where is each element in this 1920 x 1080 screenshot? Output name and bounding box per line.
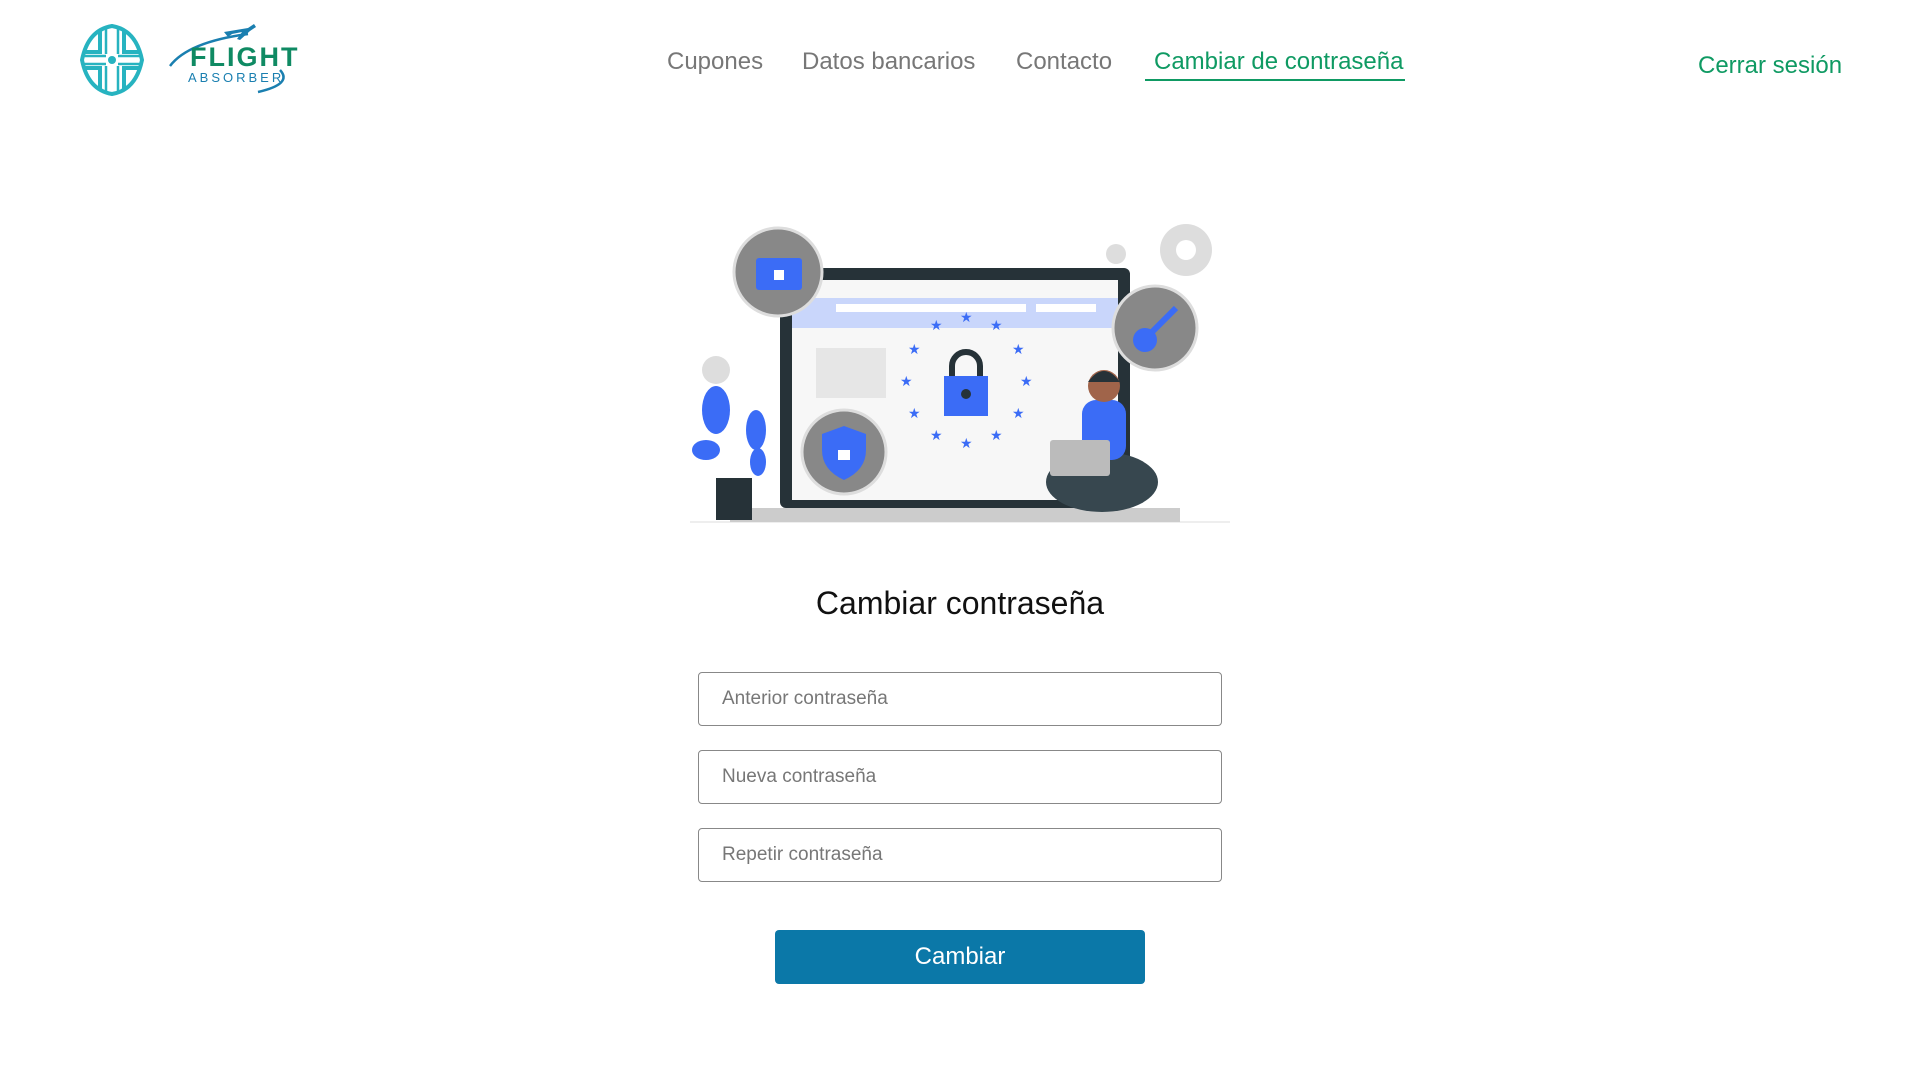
flight-absorber-logo[interactable]: FLIGHT ABSORBER	[78, 22, 348, 98]
svg-text:★: ★	[1012, 405, 1025, 421]
brand-subtitle: ABSORBER	[188, 70, 284, 85]
svg-text:★: ★	[908, 405, 921, 421]
nav-cupones[interactable]: Cupones	[667, 44, 763, 80]
globe-emblem-icon	[79, 23, 145, 97]
repeat-password-input[interactable]	[698, 828, 1222, 882]
new-password-input[interactable]	[698, 750, 1222, 804]
folder-lock-icon	[732, 226, 824, 318]
svg-text:★: ★	[990, 317, 1003, 333]
svg-text:★: ★	[900, 373, 913, 389]
svg-text:★: ★	[930, 317, 943, 333]
nav-cambiar-contrasena[interactable]: Cambiar de contraseña	[1154, 44, 1403, 80]
svg-text:★: ★	[1012, 341, 1025, 357]
svg-text:★: ★	[1020, 373, 1033, 389]
page-title: Cambiar contraseña	[815, 585, 1105, 621]
security-illustration: ★ ★ ★ ★ ★ ★ ★ ★ ★ ★ ★ ★	[690, 224, 1230, 523]
change-password-button[interactable]: Cambiar	[775, 930, 1145, 984]
svg-text:★: ★	[908, 341, 921, 357]
svg-text:★: ★	[960, 435, 973, 451]
svg-text:★: ★	[930, 427, 943, 443]
logout-link[interactable]: Cerrar sesión	[1698, 48, 1842, 84]
svg-text:★: ★	[960, 309, 973, 325]
nav-datos-bancarios[interactable]: Datos bancarios	[802, 44, 975, 80]
key-icon	[1111, 284, 1199, 372]
plant-icon	[692, 386, 766, 520]
brand-name: FLIGHT	[190, 42, 299, 72]
old-password-input[interactable]	[698, 672, 1222, 726]
shield-icon	[800, 408, 888, 496]
active-tab-indicator	[1145, 79, 1405, 81]
svg-text:★: ★	[990, 427, 1003, 443]
nav-contacto[interactable]: Contacto	[1016, 44, 1112, 80]
